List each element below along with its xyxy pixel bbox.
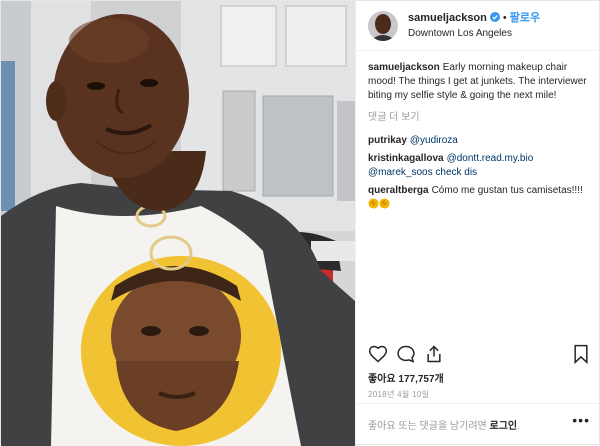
- view-more-comments-button[interactable]: 댓글 더 보기: [368, 111, 589, 125]
- comment: putrikay @yudiroza: [368, 134, 589, 148]
- avatar[interactable]: [368, 10, 398, 41]
- add-comment-bar: 좋아요 또는 댓글을 남기려면 로그인. •••: [356, 403, 600, 446]
- post-date: 2018년 4월 10일: [368, 390, 430, 399]
- comments-section: samueljackson Early morning makeup chair …: [356, 51, 600, 212]
- comment-mention[interactable]: @dontt.read.my.bio: [447, 153, 534, 164]
- header-text: samueljackson • 팔로우 Downtown Los Angeles: [408, 9, 540, 42]
- heart-icon[interactable]: [368, 344, 388, 364]
- login-prompt-period: .: [517, 421, 520, 432]
- action-bar: [368, 344, 590, 366]
- follow-button[interactable]: 팔로우: [510, 12, 540, 24]
- comment-mention[interactable]: @yudiroza: [410, 135, 458, 146]
- comment-username[interactable]: putrikay: [368, 135, 407, 146]
- separator-dot: •: [502, 12, 507, 24]
- instagram-post: samueljackson • 팔로우 Downtown Los Angeles s…: [0, 0, 600, 446]
- clapping-hands-emoji: [368, 198, 379, 209]
- more-options-button[interactable]: •••: [572, 412, 590, 428]
- verified-badge-icon: [489, 12, 500, 22]
- comment-icon[interactable]: [396, 344, 416, 364]
- login-prompt-text: 좋아요 또는 댓글을 남기려면: [368, 421, 490, 432]
- location-link[interactable]: Downtown Los Angeles: [408, 26, 540, 42]
- post-header: samueljackson • 팔로우 Downtown Los Angeles: [356, 1, 600, 51]
- login-link[interactable]: 로그인: [490, 421, 518, 432]
- photo-illustration: [1, 1, 355, 446]
- comment-username[interactable]: kristinkagallova: [368, 153, 444, 164]
- comment-username[interactable]: queraltberga: [368, 185, 429, 196]
- comment-text: Cómo me gustan tus camisetas!!!!: [431, 185, 583, 196]
- post-sidebar: samueljackson • 팔로우 Downtown Los Angeles s…: [355, 1, 600, 446]
- comment: queraltberga Cómo me gustan tus camisetas…: [368, 184, 589, 212]
- caption: samueljackson Early morning makeup chair …: [368, 61, 589, 103]
- header-username[interactable]: samueljackson: [408, 12, 487, 24]
- login-prompt: 좋아요 또는 댓글을 남기려면 로그인.: [368, 417, 520, 432]
- comment-continuation[interactable]: @marek_soos check dis: [368, 166, 589, 180]
- caption-username[interactable]: samueljackson: [368, 62, 440, 73]
- comment: kristinkagallova @dontt.read.my.bio @mare…: [368, 152, 589, 180]
- bookmark-icon[interactable]: [572, 344, 590, 364]
- clapping-hands-emoji: [379, 198, 390, 209]
- post-photo[interactable]: [1, 1, 355, 446]
- likes-count[interactable]: 좋아요 177,757개: [368, 370, 444, 385]
- share-icon[interactable]: [424, 344, 444, 364]
- avatar-image: [368, 10, 398, 41]
